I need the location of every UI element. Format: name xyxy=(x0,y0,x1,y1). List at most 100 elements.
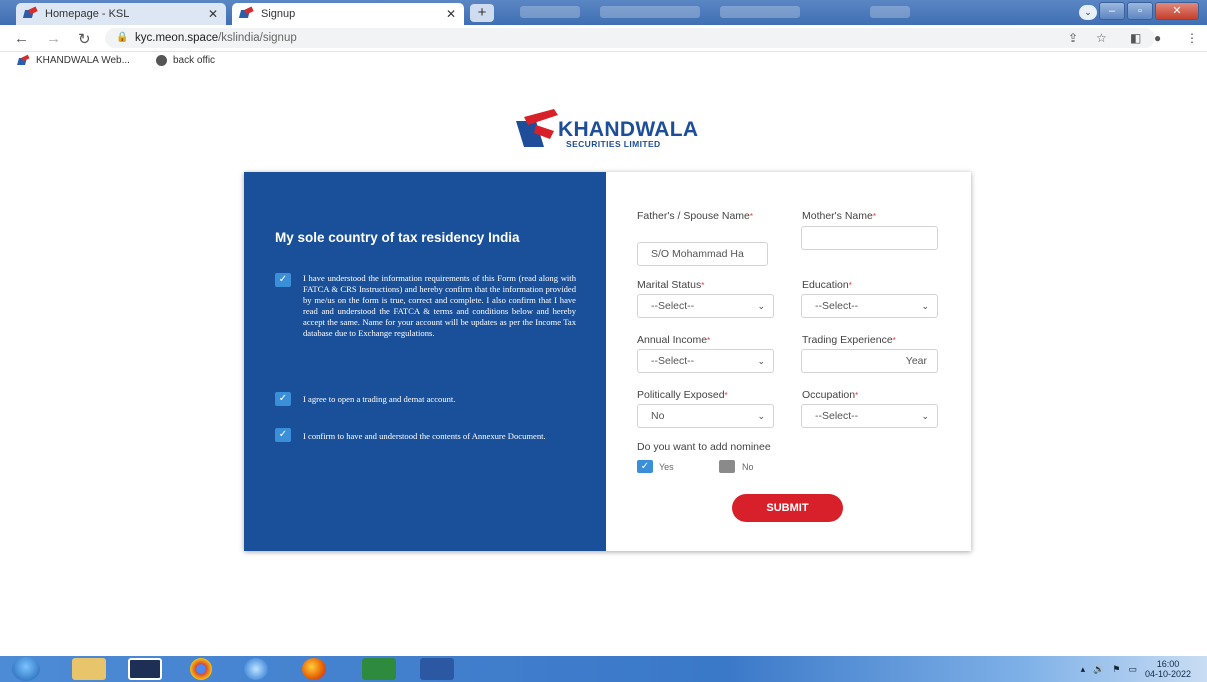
occupation-select[interactable]: --Select-- ⌄ xyxy=(801,404,938,428)
occupation-label-text: Occupation xyxy=(802,389,856,401)
back-arrow-icon[interactable]: ← xyxy=(14,30,29,47)
window-controls: – ▫ ✕ xyxy=(1099,2,1199,20)
globe-icon xyxy=(156,55,167,66)
father-name-label: Father's / Spouse Name* xyxy=(637,210,754,222)
forward-arrow-icon[interactable]: → xyxy=(46,30,61,47)
blurred-region xyxy=(870,6,910,18)
education-value: --Select-- xyxy=(815,300,859,312)
close-window-button[interactable]: ✕ xyxy=(1155,2,1199,20)
tab-homepage[interactable]: Homepage - KSL ✕ xyxy=(16,3,226,25)
blurred-region xyxy=(720,6,800,18)
internet-explorer-icon[interactable] xyxy=(244,658,268,680)
browser-tab-strip: Homepage - KSL ✕ Signup ✕ + ⌄ – ▫ ✕ xyxy=(0,0,1207,25)
address-bar-row: ← → ↻ 🔒 kyc.meon.space/kslindia/signup ⇪… xyxy=(0,25,1207,52)
close-icon[interactable]: ✕ xyxy=(446,7,456,21)
logo-subtitle-text: SECURITIES LIMITED xyxy=(566,139,661,149)
lock-icon: 🔒 xyxy=(116,32,129,43)
menu-kebab-icon[interactable]: ⋮ xyxy=(1186,31,1198,45)
url-bar[interactable]: 🔒 kyc.meon.space/kslindia/signup xyxy=(105,28,1155,48)
network-icon[interactable]: ▭ xyxy=(1128,664,1137,675)
khandwala-logo: KHANDWALA SECURITIES LIMITED xyxy=(514,107,704,151)
chevron-down-icon: ⌄ xyxy=(921,411,929,421)
profile-icon[interactable]: ● xyxy=(1154,31,1161,45)
annual-income-select[interactable]: --Select-- ⌄ xyxy=(637,349,774,373)
tax-residency-heading: My sole country of tax residency India xyxy=(275,230,520,245)
education-label-text: Education xyxy=(802,279,849,291)
nominee-no-label: No xyxy=(742,462,754,472)
khandwala-favicon-icon xyxy=(240,8,254,20)
action-center-flag-icon[interactable]: ⚑ xyxy=(1112,664,1120,675)
blurred-region xyxy=(600,6,700,18)
show-hidden-icons-icon[interactable]: ▴ xyxy=(1081,664,1086,675)
marital-status-label-text: Marital Status xyxy=(637,279,702,291)
minimize-button[interactable]: – xyxy=(1099,2,1125,20)
father-name-input[interactable]: S/O Mohammad Ha xyxy=(637,242,768,266)
excel-icon[interactable] xyxy=(362,658,396,680)
star-icon[interactable]: ☆ xyxy=(1096,31,1107,45)
file-explorer-icon[interactable] xyxy=(72,658,106,680)
close-icon[interactable]: ✕ xyxy=(208,7,218,21)
khandwala-favicon-icon xyxy=(24,8,38,20)
show-desktop-icon[interactable] xyxy=(128,658,162,680)
declaration-panel: My sole country of tax residency India ✓… xyxy=(244,172,606,551)
fatca-declaration-checkbox[interactable]: ✓ xyxy=(275,273,291,287)
education-label: Education* xyxy=(802,279,852,291)
reload-icon[interactable]: ↻ xyxy=(78,30,91,48)
firefox-icon[interactable] xyxy=(302,658,326,680)
signup-card: My sole country of tax residency India ✓… xyxy=(244,172,971,551)
system-tray: ▴ 🔊 ⚑ ▭ 16:00 04-10-2022 xyxy=(1081,659,1191,679)
clock-date: 04-10-2022 xyxy=(1144,669,1191,679)
share-icon[interactable]: ⇪ xyxy=(1068,31,1078,45)
annual-income-label-text: Annual Income xyxy=(637,334,708,346)
politically-exposed-label: Politically Exposed* xyxy=(637,389,728,401)
occupation-label: Occupation* xyxy=(802,389,859,401)
mother-name-input[interactable] xyxy=(801,226,938,250)
annexure-checkbox[interactable]: ✓ xyxy=(275,428,291,442)
submit-button[interactable]: SUBMIT xyxy=(732,494,843,522)
bookmark-label: KHANDWALA Web... xyxy=(36,55,130,66)
tab-search-icon[interactable]: ⌄ xyxy=(1079,5,1097,20)
fatca-declaration-text: I have understood the information requir… xyxy=(303,273,576,338)
marital-status-select[interactable]: --Select-- ⌄ xyxy=(637,294,774,318)
url-path: /kslindia/signup xyxy=(218,32,297,44)
trading-experience-input[interactable]: Year xyxy=(801,349,938,373)
chrome-icon[interactable] xyxy=(190,658,212,680)
side-panel-icon[interactable]: ◧ xyxy=(1130,31,1141,45)
tab-signup[interactable]: Signup ✕ xyxy=(232,3,464,25)
trading-demat-checkbox[interactable]: ✓ xyxy=(275,392,291,406)
khandwala-favicon-icon xyxy=(18,56,30,66)
chevron-down-icon: ⌄ xyxy=(921,301,929,311)
trading-experience-suffix: Year xyxy=(905,355,927,367)
politically-exposed-select[interactable]: No ⌄ xyxy=(637,404,774,428)
nominee-no-checkbox[interactable] xyxy=(719,460,735,473)
education-select[interactable]: --Select-- ⌄ xyxy=(801,294,938,318)
marital-status-label: Marital Status* xyxy=(637,279,705,291)
nominee-yes-checkbox[interactable]: ✓ xyxy=(637,460,653,473)
chevron-down-icon: ⌄ xyxy=(757,356,765,366)
windows-taskbar: ▴ 🔊 ⚑ ▭ 16:00 04-10-2022 xyxy=(0,656,1207,682)
word-icon[interactable] xyxy=(420,658,454,680)
tab-title: Signup xyxy=(261,8,296,20)
url-host: kyc.meon.space xyxy=(135,32,219,44)
chevron-down-icon: ⌄ xyxy=(757,411,765,421)
bookmarks-bar: KHANDWALA Web... back offic xyxy=(0,52,1207,71)
bookmark-back-office[interactable]: back offic xyxy=(156,55,215,66)
politically-exposed-value: No xyxy=(651,410,665,422)
start-button[interactable] xyxy=(12,657,40,681)
blurred-region xyxy=(520,6,580,18)
volume-icon[interactable]: 🔊 xyxy=(1093,664,1104,675)
mother-name-label: Mother's Name* xyxy=(802,210,876,222)
trading-experience-label-text: Trading Experience xyxy=(802,334,893,346)
occupation-value: --Select-- xyxy=(815,410,859,422)
father-name-label-text: Father's / Spouse Name xyxy=(637,210,750,222)
annual-income-label: Annual Income* xyxy=(637,334,711,346)
maximize-button[interactable]: ▫ xyxy=(1127,2,1153,20)
new-tab-button[interactable]: + xyxy=(470,4,494,22)
khandwala-logo-mark-icon xyxy=(516,109,558,147)
tab-title: Homepage - KSL xyxy=(45,8,130,20)
bookmark-khandwala[interactable]: KHANDWALA Web... xyxy=(18,55,130,66)
trading-demat-text: I agree to open a trading and demat acco… xyxy=(303,394,456,404)
nominee-question: Do you want to add nominee xyxy=(637,441,771,453)
chevron-down-icon: ⌄ xyxy=(757,301,765,311)
system-clock[interactable]: 16:00 04-10-2022 xyxy=(1145,659,1191,679)
